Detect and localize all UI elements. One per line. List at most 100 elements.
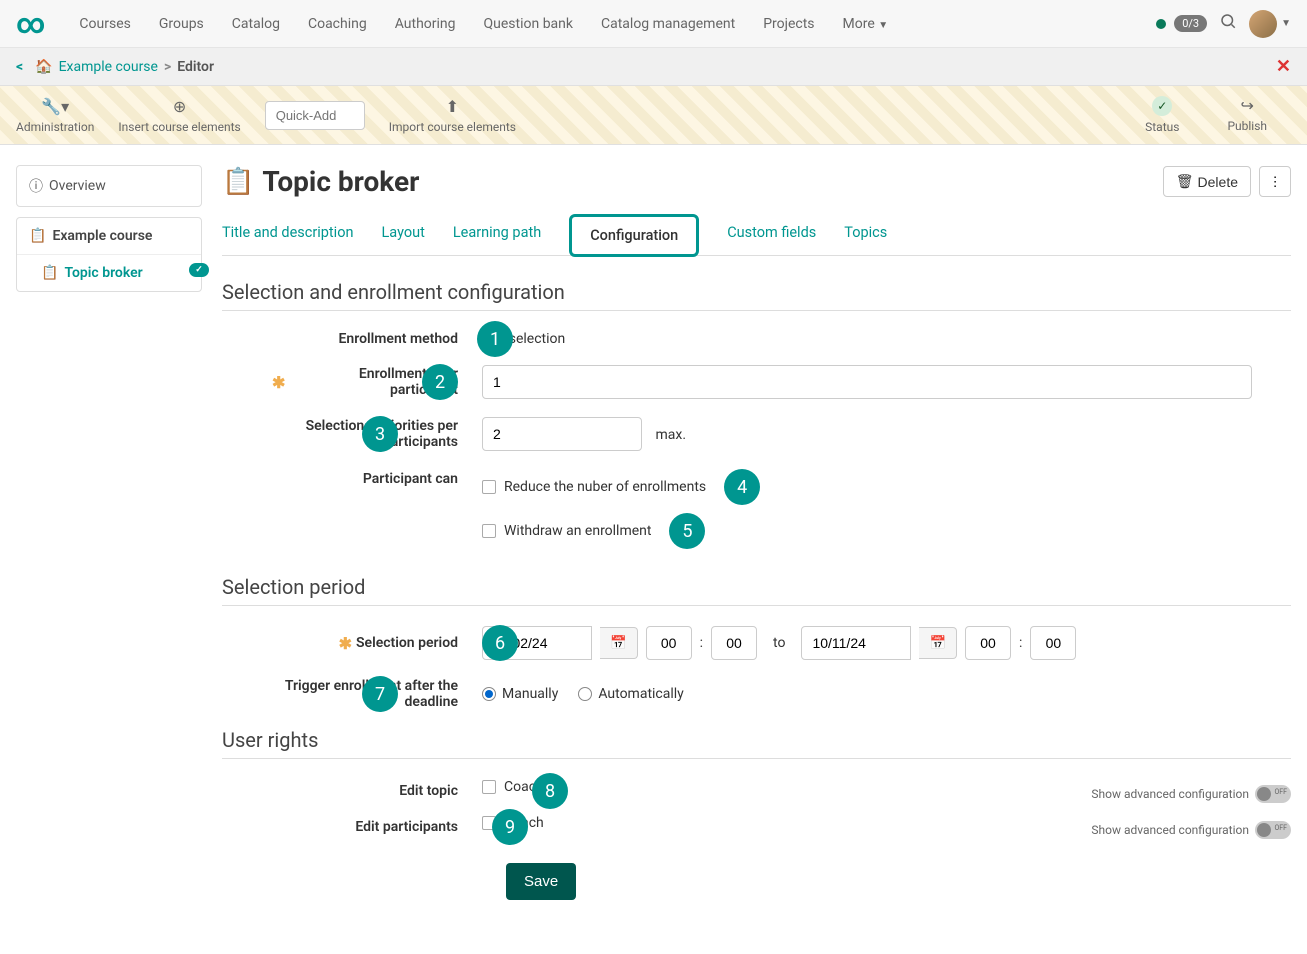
toggle-off-label: OFF bbox=[1274, 788, 1287, 796]
nav-groups[interactable]: Groups bbox=[145, 16, 218, 32]
annotation-badge-2: 2 bbox=[422, 364, 458, 400]
page-title: Topic broker bbox=[262, 165, 419, 198]
nav-courses[interactable]: Courses bbox=[65, 16, 144, 32]
tab-title-desc[interactable]: Title and description bbox=[222, 214, 353, 255]
required-icon: ✱ bbox=[339, 634, 352, 653]
tool-insert-label: Insert course elements bbox=[118, 120, 240, 134]
nav-question-bank[interactable]: Question bank bbox=[470, 16, 587, 32]
sidebar-overview[interactable]: ⓘ Overview bbox=[17, 166, 201, 206]
tool-import-elements[interactable]: ⬆ Import course elements bbox=[389, 97, 516, 134]
divider bbox=[222, 310, 1291, 311]
toggle-advanced-participants[interactable]: OFF bbox=[1255, 821, 1291, 839]
time-colon: : bbox=[1019, 635, 1022, 651]
tabs: Title and description Layout Learning pa… bbox=[222, 214, 1291, 256]
checkbox-edit-topic-coach[interactable] bbox=[482, 780, 496, 794]
section-selection-enrollment: Selection and enrollment configuration bbox=[222, 280, 1291, 304]
label-enrollment-method: Enrollment method bbox=[339, 331, 458, 347]
search-icon[interactable] bbox=[1219, 12, 1237, 35]
label-automatically: Automatically bbox=[598, 686, 683, 702]
toggle-off-label: OFF bbox=[1274, 824, 1287, 832]
save-button[interactable]: Save bbox=[506, 863, 576, 900]
time-colon: : bbox=[700, 635, 703, 651]
dots-vertical-icon: ⋮ bbox=[1268, 174, 1281, 190]
divider bbox=[222, 605, 1291, 606]
home-icon[interactable]: 🏠 bbox=[35, 59, 52, 75]
breadcrumb-sep: > bbox=[164, 59, 171, 75]
label-participant-can: Participant can bbox=[363, 471, 458, 487]
quick-add-input[interactable] bbox=[265, 101, 365, 130]
required-icon: ✱ bbox=[272, 373, 285, 392]
tool-admin-label: Administration bbox=[16, 120, 94, 134]
more-actions-button[interactable]: ⋮ bbox=[1259, 166, 1291, 197]
divider bbox=[222, 758, 1291, 759]
toggle-advanced-topic[interactable]: OFF bbox=[1255, 785, 1291, 803]
radio-manually[interactable]: Manually bbox=[482, 686, 558, 702]
tool-publish[interactable]: ↪ Publish bbox=[1227, 96, 1267, 134]
back-icon[interactable]: < bbox=[16, 59, 23, 75]
nav-coaching[interactable]: Coaching bbox=[294, 16, 381, 32]
input-to-min[interactable] bbox=[1030, 626, 1076, 660]
label-reduce-enrollments: Reduce the nuber of enrollments bbox=[504, 479, 706, 495]
avatar[interactable] bbox=[1249, 10, 1277, 38]
annotation-badge-1: 1 bbox=[477, 321, 513, 357]
clipboard-icon: 📋 bbox=[29, 228, 46, 244]
input-to-date[interactable] bbox=[801, 626, 911, 660]
annotation-badge-5: 5 bbox=[669, 513, 705, 549]
tool-import-label: Import course elements bbox=[389, 120, 516, 134]
nav-catalog-mgmt[interactable]: Catalog management bbox=[587, 16, 749, 32]
tab-topics[interactable]: Topics bbox=[844, 214, 887, 255]
input-from-min[interactable] bbox=[711, 626, 757, 660]
logo-icon[interactable]: ∞ bbox=[16, 7, 45, 40]
editor-toolbar: 🔧▾ Administration ⊕ Insert course elemen… bbox=[0, 86, 1307, 145]
annotation-badge-9: 9 bbox=[492, 809, 528, 845]
tab-layout[interactable]: Layout bbox=[381, 214, 424, 255]
radio-automatically[interactable]: Automatically bbox=[578, 686, 683, 702]
tab-learning-path[interactable]: Learning path bbox=[453, 214, 541, 255]
delete-button[interactable]: 🗑 Delete bbox=[1163, 166, 1251, 197]
calendar-to-button[interactable]: 📅 bbox=[919, 627, 957, 659]
tool-administration[interactable]: 🔧▾ Administration bbox=[16, 97, 94, 134]
input-to-hour[interactable] bbox=[965, 626, 1011, 660]
checkbox-reduce-enrollments[interactable] bbox=[482, 480, 496, 494]
tool-status-label: Status bbox=[1145, 120, 1179, 134]
input-from-hour[interactable] bbox=[646, 626, 692, 660]
sidebar: ⓘ Overview 📋 Example course 📋 Topic brok… bbox=[16, 165, 202, 900]
share-icon: ↪ bbox=[1241, 96, 1254, 115]
tool-publish-label: Publish bbox=[1227, 119, 1267, 133]
check-circle-icon: ✓ bbox=[1152, 96, 1172, 116]
nav-catalog[interactable]: Catalog bbox=[218, 16, 294, 32]
sidebar-overview-label: Overview bbox=[49, 178, 106, 194]
radio-icon bbox=[482, 687, 496, 701]
status-dot-icon bbox=[1156, 19, 1166, 29]
annotation-badge-7: 7 bbox=[362, 676, 398, 712]
sidebar-node-topic-broker[interactable]: 📋 Topic broker bbox=[17, 255, 201, 291]
wrench-icon: 🔧▾ bbox=[41, 97, 69, 116]
tool-status[interactable]: ✓ Status bbox=[1145, 96, 1179, 134]
checkbox-withdraw-enrollment[interactable] bbox=[482, 524, 496, 538]
info-icon: ⓘ bbox=[29, 176, 43, 196]
tab-custom-fields[interactable]: Custom fields bbox=[727, 214, 816, 255]
nav-projects[interactable]: Projects bbox=[749, 16, 828, 32]
content-area: 📋 Topic broker 🗑 Delete ⋮ Title and desc… bbox=[222, 165, 1291, 900]
calendar-icon: 📅 bbox=[610, 635, 627, 650]
section-user-rights: User rights bbox=[222, 728, 1291, 752]
sidebar-course[interactable]: 📋 Example course bbox=[17, 218, 201, 255]
annotation-badge-8: 8 bbox=[532, 773, 568, 809]
nav-more[interactable]: More ▼ bbox=[829, 16, 903, 32]
tab-configuration[interactable]: Configuration bbox=[569, 214, 699, 257]
trash-icon: 🗑 bbox=[1176, 173, 1194, 190]
annotation-badge-3: 3 bbox=[362, 416, 398, 452]
notification-badge[interactable]: 0/3 bbox=[1174, 15, 1207, 32]
breadcrumb-course[interactable]: Example course bbox=[59, 59, 158, 75]
calendar-from-button[interactable]: 📅 bbox=[600, 627, 638, 659]
label-withdraw-enrollment: Withdraw an enrollment bbox=[504, 523, 651, 539]
label-selection-period: Selection period bbox=[356, 635, 458, 651]
input-enrollments-per[interactable] bbox=[482, 365, 1252, 399]
plus-circle-icon: ⊕ bbox=[173, 97, 186, 116]
close-icon[interactable]: ✕ bbox=[1276, 56, 1291, 77]
nav-authoring[interactable]: Authoring bbox=[381, 16, 470, 32]
suffix-max: max. bbox=[655, 427, 686, 443]
input-selections-per[interactable] bbox=[482, 417, 642, 451]
tool-insert-elements[interactable]: ⊕ Insert course elements bbox=[118, 97, 240, 134]
user-menu-caret[interactable]: ▼ bbox=[1281, 18, 1291, 29]
